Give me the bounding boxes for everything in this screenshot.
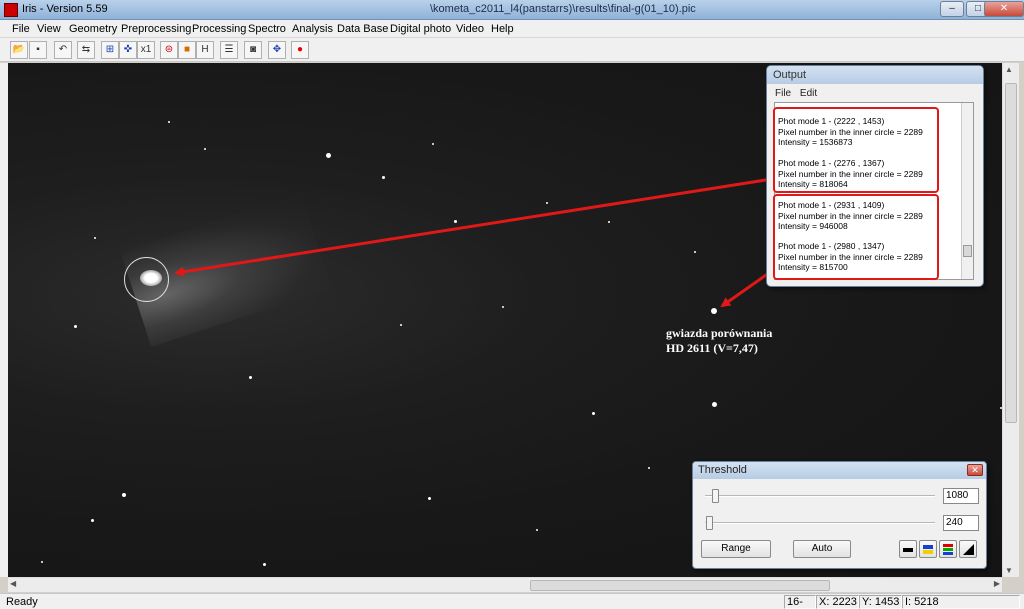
horizontal-scrollbar[interactable]: ◀ ▶ bbox=[8, 577, 1002, 592]
low-threshold-track[interactable] bbox=[705, 522, 935, 524]
high-threshold-input[interactable]: 1080 bbox=[943, 488, 979, 504]
scroll-up-icon[interactable]: ▲ bbox=[1005, 65, 1013, 74]
high-threshold-track[interactable] bbox=[705, 495, 935, 497]
horizontal-scroll-thumb[interactable] bbox=[530, 580, 830, 591]
range-button[interactable]: Range bbox=[701, 540, 771, 558]
arrow-to-comet bbox=[174, 177, 773, 277]
y-coordinate: Y: 1453 bbox=[859, 595, 902, 609]
output-menu-file[interactable]: File bbox=[775, 88, 791, 99]
status-text: Ready bbox=[6, 596, 38, 608]
palette-yellow-blue-icon[interactable] bbox=[919, 540, 937, 558]
intensity-readout: I: 5218 bbox=[902, 595, 1020, 609]
status-bar: Ready 16-bit: X: 2223 Y: 1453 I: 5218 bbox=[0, 593, 1024, 609]
close-icon[interactable]: ✕ bbox=[967, 464, 983, 476]
scroll-down-icon[interactable]: ▼ bbox=[1005, 566, 1013, 575]
threshold-title-bar[interactable]: Threshold ✕ bbox=[693, 462, 986, 479]
output-window[interactable]: Output File Edit Phot mode 1 - (2222 , 1… bbox=[766, 65, 984, 287]
x-coordinate: X: 2223 bbox=[816, 595, 859, 609]
scroll-left-icon[interactable]: ◀ bbox=[10, 579, 16, 588]
output-scroll-thumb[interactable] bbox=[963, 245, 972, 257]
output-title: Output bbox=[773, 69, 807, 81]
star-measurement-highlight bbox=[773, 194, 939, 280]
vertical-scrollbar[interactable]: ▲ ▼ bbox=[1002, 63, 1019, 577]
bit-depth: 16-bit: bbox=[784, 595, 816, 609]
vertical-scroll-thumb[interactable] bbox=[1005, 83, 1017, 423]
palette-gradient-icon[interactable] bbox=[959, 540, 977, 558]
low-threshold-slider[interactable] bbox=[706, 516, 713, 530]
scroll-right-icon[interactable]: ▶ bbox=[994, 579, 1000, 588]
palette-rainbow-icon[interactable] bbox=[939, 540, 957, 558]
output-menu: File Edit bbox=[775, 88, 823, 99]
auto-button[interactable]: Auto bbox=[793, 540, 851, 558]
output-title-bar[interactable]: Output bbox=[767, 66, 983, 84]
threshold-title: Threshold bbox=[698, 464, 747, 476]
comet-measurement-highlight bbox=[773, 107, 939, 193]
palette-black-icon[interactable] bbox=[899, 540, 917, 558]
iris-app: Iris - Version 5.59 \kometa_c2011_l4(pan… bbox=[0, 0, 1024, 609]
threshold-window[interactable]: Threshold ✕ 1080 240 Range Auto bbox=[692, 461, 987, 569]
output-menu-edit[interactable]: Edit bbox=[800, 88, 817, 99]
high-threshold-slider[interactable] bbox=[712, 489, 719, 503]
output-scrollbar[interactable] bbox=[961, 103, 973, 279]
low-threshold-input[interactable]: 240 bbox=[943, 515, 979, 531]
